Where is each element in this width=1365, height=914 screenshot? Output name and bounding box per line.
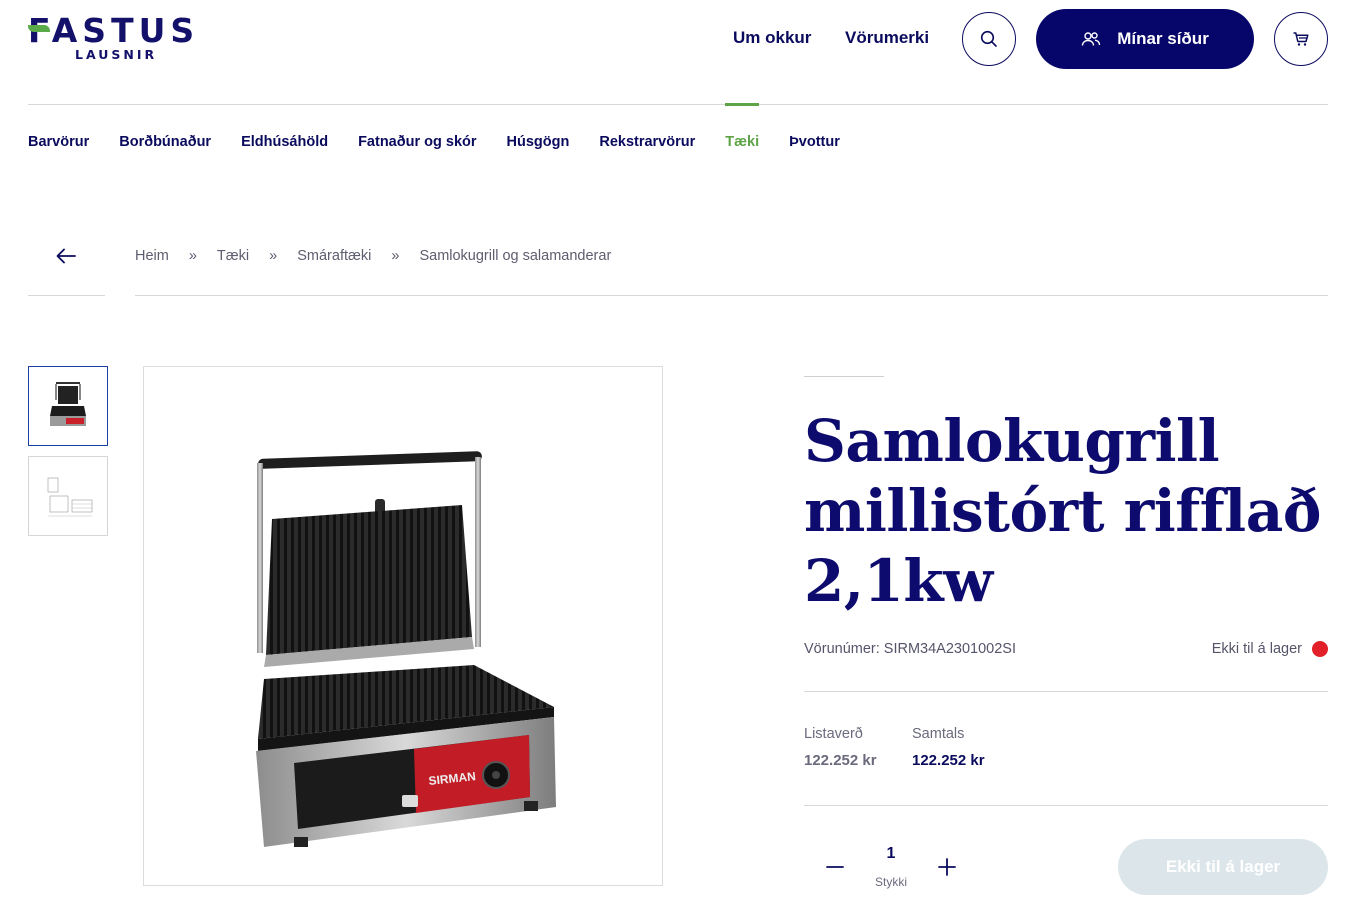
list-price-value: 122.252 kr xyxy=(804,752,877,769)
category-barvorur[interactable]: Barvörur xyxy=(28,134,89,150)
search-button[interactable] xyxy=(962,12,1016,66)
plus-icon xyxy=(938,858,956,876)
stock-status: Ekki til á lager xyxy=(1212,641,1328,657)
category-rekstrarvorur[interactable]: Rekstrarvörur xyxy=(599,134,695,150)
product-title: Samlokugrill millistórt rifflað 2,1kw xyxy=(804,407,1321,615)
breadcrumb-separator: » xyxy=(391,248,400,264)
total-price-label: Samtals xyxy=(912,726,965,742)
quantity-unit: Stykki xyxy=(874,875,907,889)
arrow-left-icon xyxy=(56,248,76,264)
product-main-image[interactable]: SIRMAN xyxy=(143,366,663,886)
stock-indicator-dot xyxy=(1312,641,1328,657)
back-divider xyxy=(28,295,105,296)
add-to-cart-button[interactable]: Ekki til á lager xyxy=(1118,839,1328,895)
total-price: Samtals 122.252 kr xyxy=(912,726,985,769)
info-divider-bottom xyxy=(804,805,1328,806)
search-icon xyxy=(980,30,997,47)
breadcrumb-divider xyxy=(135,295,1328,296)
breadcrumb: Heim » Tæki » Smáraftæki » Samlokugrill … xyxy=(135,248,611,264)
cart-icon xyxy=(1293,32,1309,46)
users-icon xyxy=(1081,32,1101,46)
my-pages-button[interactable]: Mínar síður xyxy=(1036,9,1254,69)
breadcrumb-smaraftaeki[interactable]: Smáraftæki xyxy=(297,248,371,264)
category-fatnadur[interactable]: Fatnaður og skór xyxy=(358,134,476,150)
category-bordbunadur[interactable]: Borðbúnaður xyxy=(119,134,211,150)
increase-quantity-button[interactable] xyxy=(932,852,962,882)
category-husgogn[interactable]: Húsgögn xyxy=(507,134,570,150)
breadcrumb-taeki[interactable]: Tæki xyxy=(217,248,249,264)
minus-icon xyxy=(826,866,844,868)
cart-button[interactable] xyxy=(1274,12,1328,66)
product-thumbnail-image xyxy=(50,382,86,426)
header-divider xyxy=(28,104,1328,105)
back-button[interactable] xyxy=(52,244,80,268)
logo-subtitle: LAUSNIR xyxy=(75,47,158,62)
quantity-value[interactable]: 1 xyxy=(880,845,902,863)
my-pages-label: Mínar síður xyxy=(1117,29,1209,48)
stock-status-label: Ekki til á lager xyxy=(1211,641,1302,657)
breadcrumb-current[interactable]: Samlokugrill og salamanderar xyxy=(419,248,611,264)
breadcrumb-separator: » xyxy=(269,248,278,264)
category-nav: Barvörur Borðbúnaður Eldhúsáhöld Fatnaðu… xyxy=(28,103,840,150)
breadcrumb-home[interactable]: Heim xyxy=(135,248,169,264)
thumbnail-1[interactable] xyxy=(28,366,108,446)
breadcrumb-separator: » xyxy=(188,248,197,264)
list-price-label: Listaverð xyxy=(804,726,863,742)
category-taeki[interactable]: Tæki xyxy=(725,103,759,150)
nav-link-brands[interactable]: Vörumerki xyxy=(845,28,929,48)
info-divider-top xyxy=(804,691,1328,692)
thumbnail-2[interactable] xyxy=(28,456,108,536)
category-eldhusahold[interactable]: Eldhúsáhöld xyxy=(241,134,328,150)
nav-link-about[interactable]: Um okkur xyxy=(733,28,811,48)
title-accent-rule xyxy=(804,376,884,377)
total-price-value: 122.252 kr xyxy=(912,752,985,769)
logo-leaf-mark xyxy=(28,25,50,32)
decrease-quantity-button[interactable] xyxy=(820,852,850,882)
list-price: Listaverð 122.252 kr xyxy=(804,726,877,769)
panini-grill-image: SIRMAN xyxy=(256,451,556,847)
product-sku: Vörunúmer: SIRM34A2301002SI xyxy=(804,641,1016,657)
logo[interactable]: FASTUS LAUSNIR xyxy=(28,14,228,66)
category-thvottur[interactable]: Þvottur xyxy=(789,134,840,150)
technical-drawing-thumbnail xyxy=(47,477,93,517)
logo-wordmark: FASTUS xyxy=(28,11,200,50)
